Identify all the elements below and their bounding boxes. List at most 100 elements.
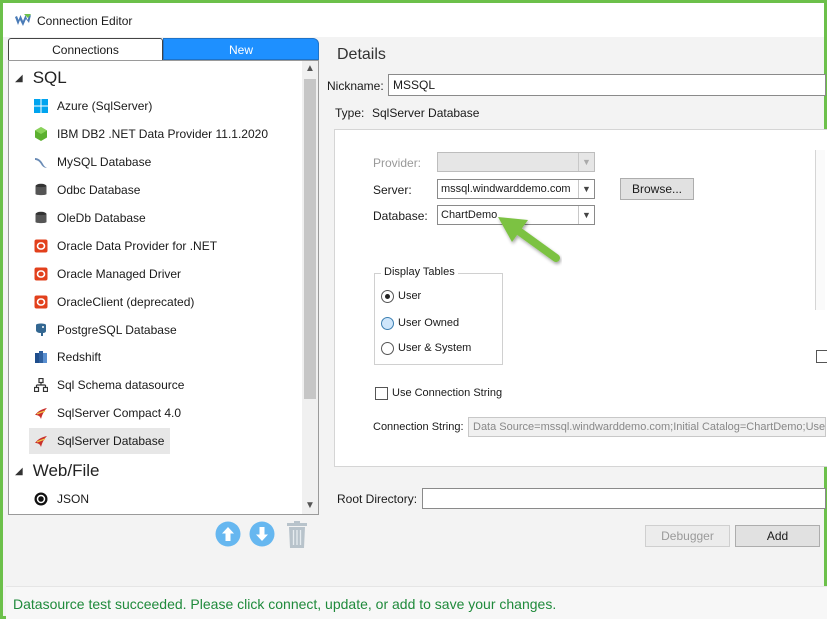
display-tables-title: Display Tables xyxy=(381,266,458,278)
mysql-dolphin-icon xyxy=(35,158,47,168)
tree-scrollbar[interactable]: ▲ ▼ xyxy=(302,61,318,514)
tree-item-mysql[interactable]: MySQL Database xyxy=(29,149,157,175)
delete-button[interactable] xyxy=(285,521,311,548)
tree-item-oracle-managed[interactable]: Oracle Managed Driver xyxy=(29,261,187,287)
tree-item-sql-schema[interactable]: Sql Schema datasource xyxy=(29,372,190,398)
move-up-button[interactable] xyxy=(215,521,241,547)
database-value: ChartDemo xyxy=(441,209,498,221)
type-label: Type: xyxy=(335,106,365,120)
database-label: Database: xyxy=(373,209,428,223)
oracle-icon xyxy=(34,239,48,253)
type-value: SqlServer Database xyxy=(372,106,480,120)
group-header-sql[interactable]: ◢ SQL xyxy=(15,66,67,90)
expanded-triangle-icon[interactable]: ◢ xyxy=(15,466,23,477)
tree-item-redshift[interactable]: Redshift xyxy=(29,344,107,370)
windows-icon xyxy=(34,99,48,113)
status-message: Datasource test succeeded. Please click … xyxy=(13,596,557,612)
group-label: Web/File xyxy=(32,461,100,480)
tree-item-label: Sql Schema datasource xyxy=(57,378,185,392)
connection-string-input[interactable]: Data Source=mssql.windwarddemo.com;Initi… xyxy=(468,417,826,437)
window-frame: Connection Editor Connections New ◢ SQL … xyxy=(0,0,827,619)
json-icon xyxy=(34,492,48,506)
tree-item-sqlserver-compact[interactable]: SqlServer Compact 4.0 xyxy=(29,400,187,426)
tree-item-label: Azure (SqlServer) xyxy=(57,99,153,113)
use-connection-string-checkbox[interactable] xyxy=(375,387,388,400)
radio-user-label[interactable]: User xyxy=(398,290,421,302)
postgresql-elephant-icon xyxy=(36,323,46,336)
root-directory-input[interactable] xyxy=(422,488,826,509)
tree-item-label: MySQL Database xyxy=(57,155,152,169)
tree-item-oracle-odp[interactable]: Oracle Data Provider for .NET xyxy=(29,233,223,259)
arrow-down-icon xyxy=(249,521,275,547)
tree-item-label: IBM DB2 .NET Data Provider 11.1.2020 xyxy=(57,127,268,141)
app-icon xyxy=(15,14,31,26)
nickname-label: Nickname: xyxy=(327,79,384,93)
radio-user-owned-label[interactable]: User Owned xyxy=(398,317,459,329)
tree-item-label: Odbc Database xyxy=(57,183,141,197)
chevron-down-icon: ▼ xyxy=(578,153,594,171)
use-connection-string-label[interactable]: Use Connection String xyxy=(392,387,502,399)
add-button[interactable]: Add xyxy=(735,525,820,547)
tree-item-oracleclient[interactable]: OracleClient (deprecated) xyxy=(29,289,200,315)
tree-item-label: PostgreSQL Database xyxy=(57,323,177,337)
server-label: Server: xyxy=(373,183,412,197)
sqlserver-icon xyxy=(35,408,47,419)
side-checkbox[interactable] xyxy=(816,350,827,363)
tree-item-label: JSON xyxy=(57,492,90,506)
radio-user-and-system-label[interactable]: User & System xyxy=(398,342,471,354)
connection-string-label: Connection String: xyxy=(373,421,464,433)
tree-item-label: OracleClient (deprecated) xyxy=(57,295,195,309)
tree-item-sqlserver-database[interactable]: SqlServer Database xyxy=(29,428,171,454)
redshift-icon xyxy=(35,351,47,363)
radio-user[interactable] xyxy=(381,290,394,303)
tree-item-json[interactable]: JSON xyxy=(29,486,95,512)
side-panel-edge xyxy=(815,150,825,310)
oracle-icon xyxy=(34,267,48,281)
tab-new[interactable]: New xyxy=(163,38,319,60)
expanded-triangle-icon[interactable]: ◢ xyxy=(15,73,23,84)
group-label: SQL xyxy=(32,68,67,87)
datasource-tree[interactable]: ◢ SQL Azure (SqlServer) IBM DB2 .NET Dat… xyxy=(8,60,319,515)
root-directory-label: Root Directory: xyxy=(337,492,418,506)
annotation-arrow-icon xyxy=(498,217,560,262)
radio-user-and-system[interactable] xyxy=(381,342,394,355)
tree-item-label: SqlServer Compact 4.0 xyxy=(57,406,182,420)
server-select[interactable]: mssql.windwarddemo.com ▼ xyxy=(437,179,595,199)
status-bar: Datasource test succeeded. Please click … xyxy=(6,586,827,619)
browse-button[interactable]: Browse... xyxy=(620,178,694,200)
tree-item-ibm-db2[interactable]: IBM DB2 .NET Data Provider 11.1.2020 xyxy=(29,121,274,147)
group-header-web-file[interactable]: ◢ Web/File xyxy=(15,459,99,483)
move-down-button[interactable] xyxy=(249,521,275,547)
tree-item-postgresql[interactable]: PostgreSQL Database xyxy=(29,317,183,343)
tree-item-label: Oracle Managed Driver xyxy=(57,267,182,281)
tree-item-oledb[interactable]: OleDb Database xyxy=(29,205,152,231)
scroll-thumb[interactable] xyxy=(304,79,316,399)
provider-label: Provider: xyxy=(373,156,422,170)
radio-user-owned[interactable] xyxy=(381,317,394,330)
scroll-down-icon[interactable]: ▼ xyxy=(302,498,318,514)
server-value: mssql.windwarddemo.com xyxy=(441,183,571,195)
tree-item-odbc[interactable]: Odbc Database xyxy=(29,177,146,203)
tree-item-label: SqlServer Database xyxy=(57,434,165,448)
tree-item-azure-sqlserver[interactable]: Azure (SqlServer) xyxy=(29,93,158,119)
database-icon xyxy=(35,211,47,224)
chevron-down-icon[interactable]: ▼ xyxy=(578,180,594,198)
chevron-down-icon[interactable]: ▼ xyxy=(578,206,594,224)
sqlserver-icon xyxy=(35,436,47,447)
ibm-db2-icon xyxy=(35,127,47,141)
debugger-button[interactable]: Debugger xyxy=(645,525,730,547)
scroll-up-icon[interactable]: ▲ xyxy=(302,61,318,77)
tree-item-label: Redshift xyxy=(57,350,102,364)
database-icon xyxy=(35,183,47,196)
details-heading: Details xyxy=(337,46,386,63)
title-bar: Connection Editor xyxy=(3,3,824,37)
oracle-icon xyxy=(34,295,48,309)
window-title: Connection Editor xyxy=(37,14,133,28)
nickname-input[interactable]: MSSQL xyxy=(388,74,826,96)
arrow-up-icon xyxy=(215,521,241,547)
trash-icon xyxy=(287,521,307,548)
tab-strip: Connections New xyxy=(8,38,319,60)
tree-item-label: Oracle Data Provider for .NET xyxy=(57,239,218,253)
tab-connections[interactable]: Connections xyxy=(8,38,163,60)
schema-tree-icon xyxy=(34,378,48,392)
